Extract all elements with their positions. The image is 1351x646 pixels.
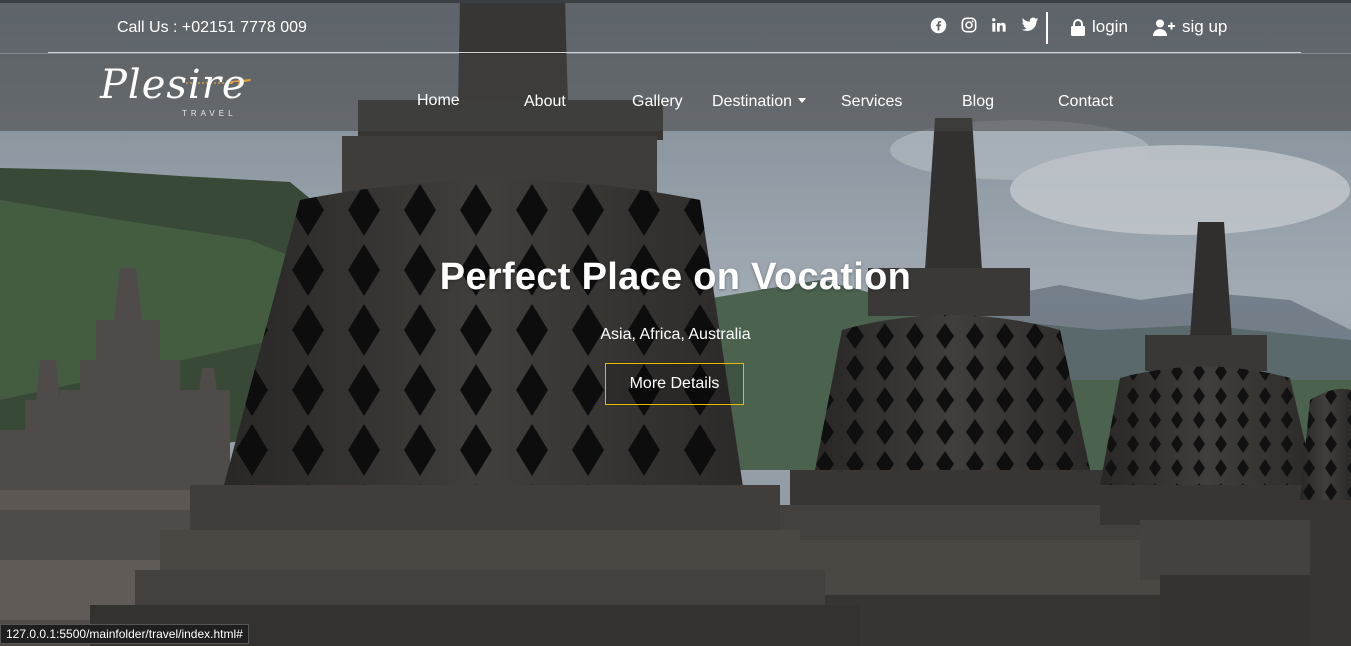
nav-about[interactable]: About xyxy=(524,93,566,111)
logo-name: Plesire xyxy=(100,62,247,108)
nav-gallery[interactable]: Gallery xyxy=(632,93,683,111)
user-plus-icon xyxy=(1153,19,1175,36)
signup-link[interactable]: sig up xyxy=(1153,17,1227,37)
nav-contact[interactable]: Contact xyxy=(1058,93,1113,111)
brand-logo[interactable]: Plesire TRAVEL xyxy=(100,62,260,122)
nav-services[interactable]: Services xyxy=(841,93,902,111)
login-link[interactable]: login xyxy=(1071,17,1128,37)
signup-label: sig up xyxy=(1182,17,1228,36)
hero-title: Perfect Place on Vocation xyxy=(439,256,912,298)
linkedin-icon[interactable] xyxy=(989,15,1009,35)
facebook-icon[interactable] xyxy=(928,15,948,35)
more-details-button[interactable]: More Details xyxy=(605,363,744,405)
nav-destination-dropdown[interactable]: Destination xyxy=(712,93,807,111)
header-divider-line xyxy=(48,52,1301,53)
hero-subtitle: Asia, Africa, Australia xyxy=(600,326,751,343)
nav-home[interactable]: Home xyxy=(417,92,460,110)
call-us-text: Call Us : +02151 7778 009 xyxy=(117,19,307,36)
twitter-icon[interactable] xyxy=(1020,15,1040,35)
nav-destination-label: Destination xyxy=(712,93,793,110)
logo-tagline: TRAVEL xyxy=(182,109,237,118)
caret-down-icon xyxy=(798,98,807,103)
instagram-icon[interactable] xyxy=(959,15,979,35)
status-bar-url: 127.0.0.1:5500/mainfolder/travel/index.h… xyxy=(0,624,249,644)
nav-blog[interactable]: Blog xyxy=(962,93,994,111)
lock-icon xyxy=(1071,18,1085,36)
topbar-divider xyxy=(1046,12,1048,44)
login-label: login xyxy=(1092,17,1128,36)
main-navbar: Plesire TRAVEL Home About Gallery Destin… xyxy=(0,54,1351,131)
top-bar: Call Us : +02151 7778 009 login sig up xyxy=(0,3,1351,53)
